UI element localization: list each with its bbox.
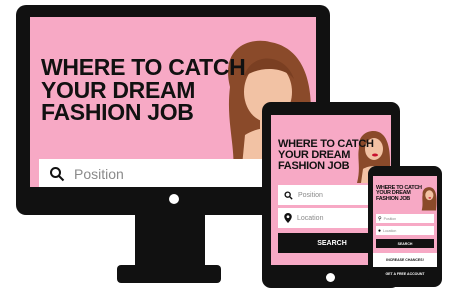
phone-tagline: INCREASE CHANCES! [386,258,424,262]
phone-headline-line-3: FASHION JOB [376,195,410,202]
phone-location-placeholder: Location [383,228,397,233]
monitor-stand-neck [135,215,205,265]
tablet-location-placeholder: Location [297,214,324,222]
tablet-position-placeholder: Position [298,191,323,199]
phone-cta-button[interactable]: GET A FREE ACCOUNT [373,267,437,280]
tablet-hero-headline: WHERE TO CATCH YOUR DREAM FASHION JOB [278,139,374,171]
desktop-hero-headline: WHERE TO CATCH YOUR DREAM FASHION JOB [41,56,246,124]
phone-search-button[interactable]: SEARCH [376,239,434,248]
headline-line-2: YOUR DREAM [41,76,196,103]
monitor-power-dot [169,194,179,204]
headline-line-1: WHERE TO CATCH [41,54,246,80]
tablet-home-button [326,273,335,282]
location-pin-icon [284,213,292,223]
search-icon [50,167,65,182]
search-icon: ⚲ [378,215,382,222]
search-icon [284,190,293,200]
monitor-stand-base [117,265,221,283]
phone-hero-headline: WHERE TO CATCH YOUR DREAM FASHION JOB [376,185,422,202]
phone-position-placeholder: Position [383,216,397,221]
phone-screen: WHERE TO CATCH YOUR DREAM FASHION JOB ⚲ … [373,176,437,280]
phone-location-search[interactable]: ● Location [376,226,434,235]
phone-position-search[interactable]: ⚲ Position [376,214,434,223]
headline-line-3: FASHION JOB [41,99,194,126]
tablet-headline-line-2: YOUR DREAM [278,148,351,161]
phone-tagline-band: INCREASE CHANCES! [373,253,437,267]
phone-device: WHERE TO CATCH YOUR DREAM FASHION JOB ⚲ … [368,166,442,287]
location-pin-icon: ● [378,227,382,234]
tablet-headline-line-3: FASHION JOB [278,159,350,172]
position-placeholder: Position [74,166,124,182]
